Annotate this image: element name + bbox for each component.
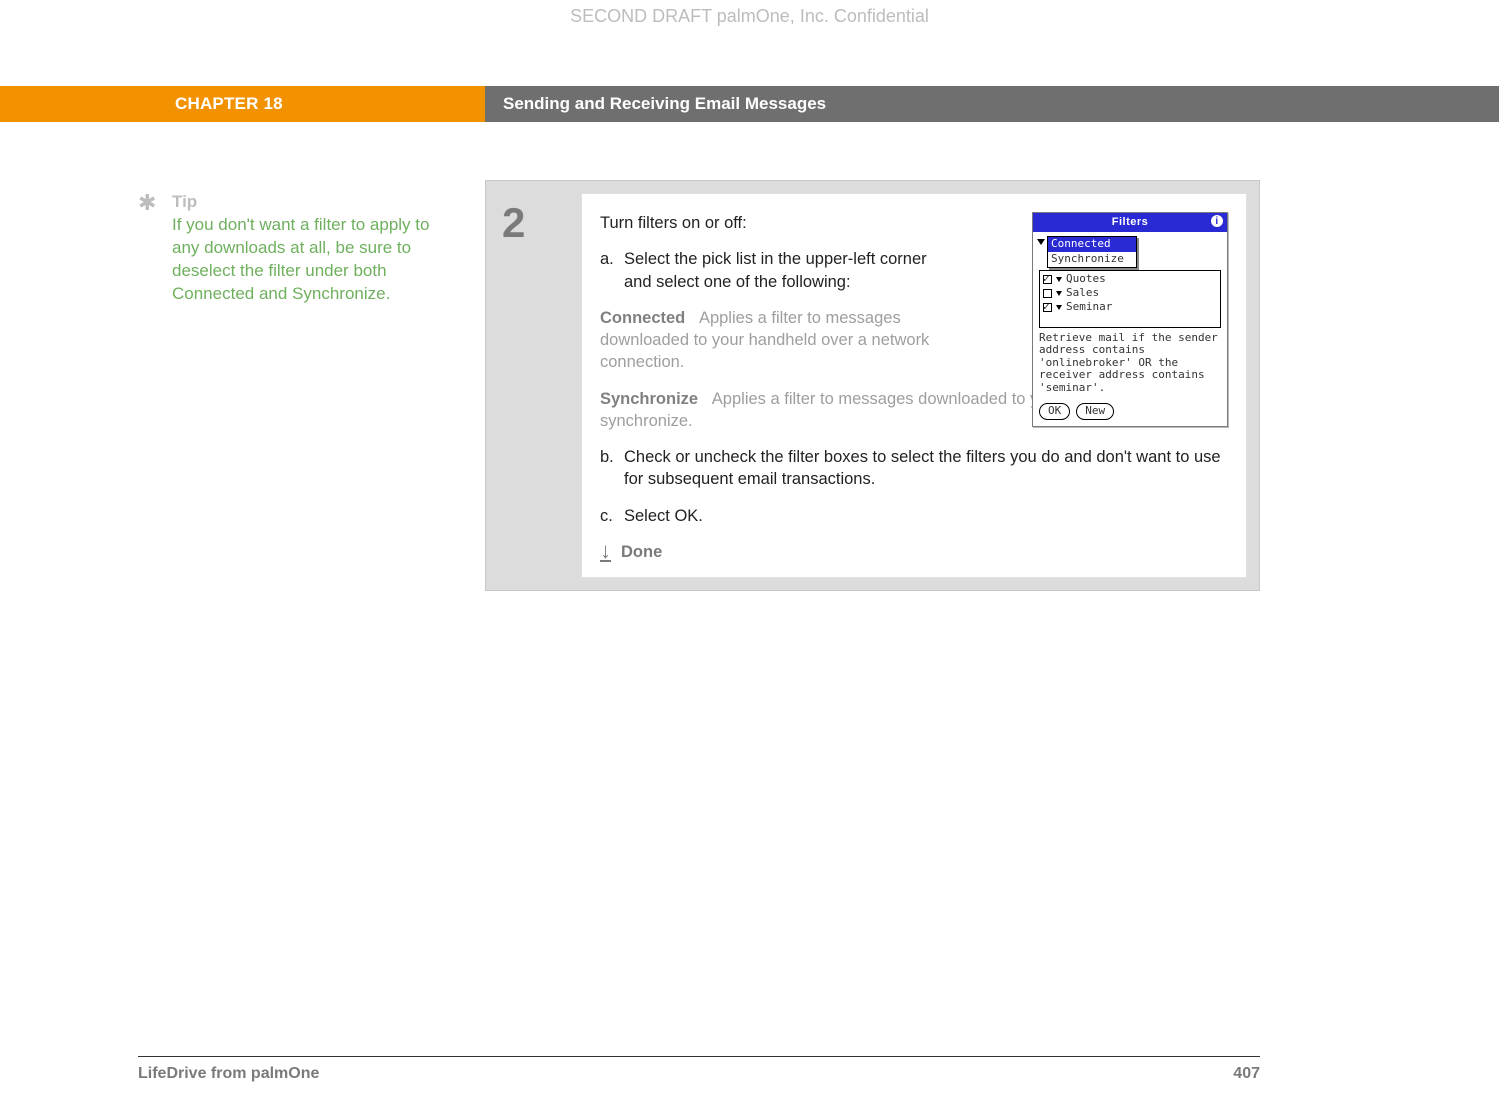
done-row: ↓ Done (600, 541, 1228, 563)
step-a-label: a. (600, 248, 624, 293)
done-label: Done (621, 541, 662, 563)
step-intro: Turn filters on or off: (600, 212, 945, 234)
term-synchronize: Synchronize (600, 390, 698, 408)
mode-dropdown[interactable]: Connected Synchronize (1047, 236, 1137, 268)
page-header: CHAPTER 18 Sending and Receiving Email M… (0, 86, 1499, 122)
info-icon[interactable]: i (1211, 215, 1223, 227)
tip-heading: Tip (172, 192, 438, 212)
term-connected: Connected (600, 309, 685, 327)
dropdown-option-connected[interactable]: Connected (1048, 237, 1136, 252)
checkbox-sales[interactable] (1043, 289, 1052, 298)
step-body: Turn filters on or off: a. Select the pi… (581, 193, 1247, 578)
step-c-label: c. (600, 505, 624, 527)
filter-row-quotes[interactable]: Quotes (1043, 273, 1217, 287)
done-arrow-icon: ↓ (600, 542, 611, 563)
device-titlebar: Filters i (1033, 213, 1227, 232)
filter-row-sales[interactable]: Sales (1043, 287, 1217, 301)
chapter-label: CHAPTER 18 (0, 86, 485, 122)
step-number-column: 2 (486, 181, 581, 590)
footer-product: LifeDrive from palmOne (138, 1065, 319, 1083)
step-container: 2 Turn filters on or off: a. Select the … (485, 180, 1260, 591)
filter-list: Quotes Sales Seminar (1039, 270, 1221, 328)
confidential-watermark: SECOND DRAFT palmOne, Inc. Confidential (0, 6, 1499, 27)
filter-row-seminar[interactable]: Seminar (1043, 301, 1217, 315)
dropdown-option-synchronize[interactable]: Synchronize (1048, 252, 1136, 267)
filter-label-quotes: Quotes (1066, 272, 1106, 287)
filter-label-seminar: Seminar (1066, 300, 1112, 315)
tip-icon: ✱ (138, 190, 156, 216)
chevron-down-icon[interactable] (1056, 305, 1062, 310)
filter-label-sales: Sales (1066, 286, 1099, 301)
new-button[interactable]: New (1076, 403, 1114, 420)
tip-body: If you don't want a filter to apply to a… (172, 214, 438, 306)
dropdown-arrow-icon[interactable] (1037, 239, 1045, 245)
device-title: Filters (1112, 216, 1149, 228)
chevron-down-icon[interactable] (1056, 277, 1062, 282)
chevron-down-icon[interactable] (1056, 291, 1062, 296)
ok-button[interactable]: OK (1039, 403, 1070, 420)
step-c-text: Select OK. (624, 505, 703, 527)
step-b-label: b. (600, 446, 624, 491)
section-title: Sending and Receiving Email Messages (485, 86, 1499, 122)
tip-block: ✱ Tip If you don't want a filter to appl… (138, 192, 438, 306)
step-number: 2 (502, 199, 581, 247)
footer-page-number: 407 (1233, 1065, 1260, 1083)
step-a-text: Select the pick list in the upper-left c… (624, 248, 945, 293)
filter-description: Retrieve mail if the sender address cont… (1039, 332, 1221, 395)
palm-screenshot: Filters i Connected Synchronize Quotes (1032, 212, 1228, 427)
checkbox-quotes[interactable] (1043, 275, 1052, 284)
footer-rule (138, 1056, 1260, 1057)
step-b-text: Check or uncheck the filter boxes to sel… (624, 446, 1228, 491)
page-footer: LifeDrive from palmOne 407 (138, 1065, 1260, 1083)
checkbox-seminar[interactable] (1043, 303, 1052, 312)
